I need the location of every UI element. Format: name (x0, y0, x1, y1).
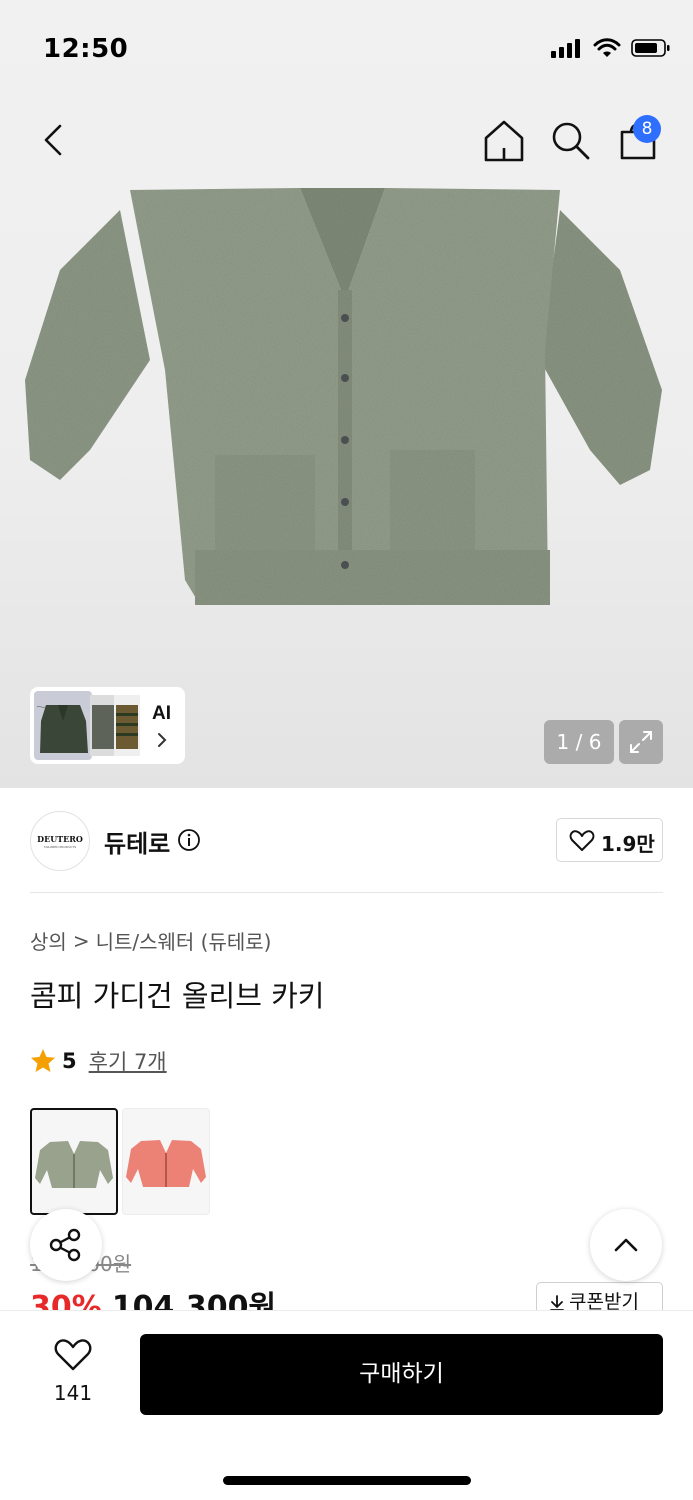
brand-logo[interactable]: DEUTERO TAILORED PRODUCTS (30, 811, 90, 871)
star-icon (31, 1049, 55, 1072)
color-swatch-pink[interactable] (122, 1108, 210, 1215)
ai-thumbnail (114, 695, 140, 756)
home-indicator (223, 1476, 471, 1485)
battery-icon (631, 39, 670, 57)
cellular-signal-icon (551, 39, 580, 58)
wifi-icon (593, 38, 621, 57)
wishlist-heart-icon[interactable] (53, 1338, 93, 1372)
info-icon[interactable] (177, 828, 201, 852)
home-button[interactable] (482, 118, 526, 162)
back-button[interactable] (36, 118, 76, 162)
swatch-image (35, 1141, 113, 1188)
brand-like-count: 1.9만 (601, 832, 655, 856)
expand-icon (630, 731, 652, 753)
chevron-up-icon (614, 1238, 638, 1252)
product-title: 콤피 가디건 올리브 카키 (30, 979, 325, 1013)
share-icon (49, 1228, 81, 1262)
swatch-image (126, 1140, 206, 1187)
buy-button[interactable]: 구매하기 (140, 1334, 663, 1415)
ai-recommend-card[interactable]: AI (30, 687, 185, 764)
chevron-right-icon (158, 733, 167, 747)
breadcrumb-category[interactable]: 상의 (30, 926, 67, 955)
heart-icon (569, 830, 595, 851)
share-button[interactable] (30, 1209, 102, 1281)
search-button[interactable] (548, 118, 592, 162)
divider (30, 892, 663, 893)
color-swatch-olive[interactable] (30, 1108, 118, 1215)
fullscreen-button[interactable] (619, 720, 663, 764)
scroll-top-button[interactable] (590, 1209, 662, 1281)
rating-value: 5 (62, 1049, 77, 1073)
status-time: 12:50 (43, 34, 129, 64)
breadcrumb-separator: > (72, 928, 90, 953)
wishlist-count: 141 (53, 1381, 93, 1405)
ai-thumbnail (34, 691, 92, 760)
review-link[interactable]: 후기 7개 (89, 1046, 167, 1076)
ai-label: AI (152, 703, 171, 724)
cart-count-badge: 8 (633, 115, 661, 143)
brand-like-button[interactable]: 1.9만 (556, 818, 663, 862)
product-image (25, 188, 662, 605)
breadcrumb-subcategory[interactable]: 니트/스웨터 (듀테로) (96, 926, 272, 955)
breadcrumb: 상의 > 니트/스웨터 (듀테로) (30, 926, 271, 955)
rating-row: 5 후기 7개 (30, 1046, 167, 1076)
status-bar: 12:50 (0, 0, 693, 100)
brand-name[interactable]: 듀테로 (104, 824, 170, 859)
page-indicator: 1 / 6 (544, 720, 614, 764)
